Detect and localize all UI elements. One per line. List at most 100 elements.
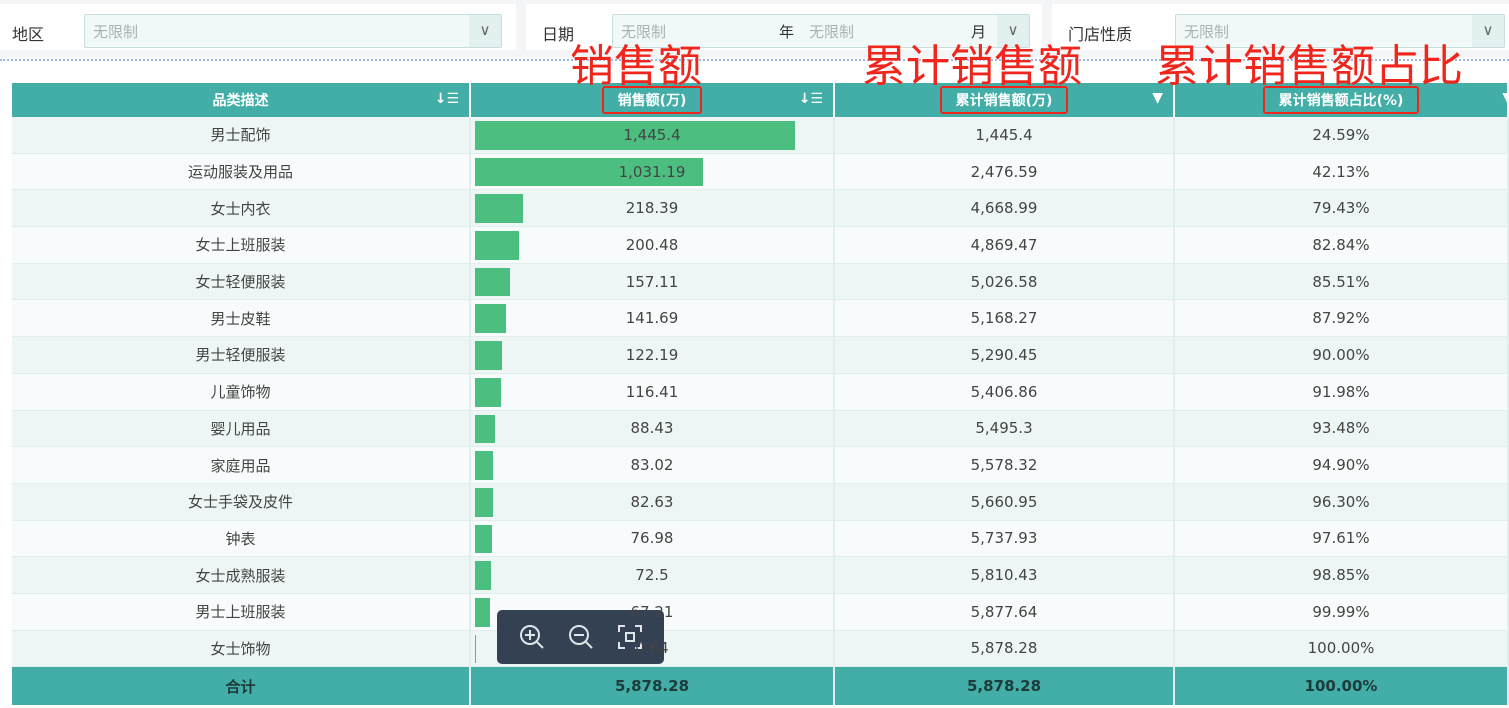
pct-cell: 93.48% [1175,410,1509,447]
table-row: 女士内衣 218.39 4,668.99 79.43% [12,190,1509,228]
cumulative-cell: 5,660.95 [835,483,1175,520]
table-row: 男士皮鞋 141.69 5,168.27 87.92% [12,300,1509,338]
pct-cell: 98.85% [1175,557,1509,593]
region-select[interactable]: 无限制 ∨ [84,14,502,48]
sales-cell: 116.41 [471,373,835,410]
cumulative-cell: 5,578.32 [835,447,1175,483]
cumulative-cell: 5,737.93 [835,520,1175,557]
sales-cell: 200.48 [471,227,835,263]
pct-cell: 79.43% [1175,190,1509,227]
sales-value: 1,445.4 [623,125,681,144]
cumulative-cell: 5,406.86 [835,373,1175,410]
sales-bar [475,194,524,224]
dropdown-triangle-icon[interactable]: ▼ [1502,90,1509,106]
chevron-down-icon[interactable]: ∨ [469,15,501,47]
category-cell: 儿童饰物 [12,373,471,410]
table-row: 男士上班服装 67.21 5,877.64 99.99% [12,593,1509,631]
sales-value: 67.21 [630,602,674,621]
category-cell: 男士上班服装 [12,593,471,630]
sales-value: 1,031.19 [618,162,686,181]
category-cell: 女士上班服装 [12,227,471,263]
category-cell: 女士饰物 [12,630,471,667]
pct-cell: 99.99% [1175,593,1509,630]
header-category[interactable]: 品类描述 ↓☰ [12,83,471,117]
chevron-down-icon[interactable]: ∨ [1472,15,1504,47]
annotation-sales: 销售额 [570,41,702,92]
sales-bar [475,377,501,407]
category-cell: 女士成熟服装 [12,557,471,593]
pct-cell: 100.00% [1175,630,1509,667]
sales-value: 0.64 [635,639,669,658]
cumulative-cell: 1,445.4 [835,117,1175,153]
table-row: 女士饰物 0.64 5,878.28 100.00% [12,630,1509,668]
sales-cell: 72.5 [471,557,835,593]
pct-cell: 87.92% [1175,300,1509,337]
sales-bar [475,487,494,517]
sales-bar [475,451,494,480]
sales-value: 157.11 [625,272,679,291]
total-pct: 100.00% [1175,667,1509,706]
pct-cell: 91.98% [1175,373,1509,410]
sales-cell: 82.63 [471,483,835,520]
table-row: 运动服装及用品 1,031.19 2,476.59 42.13% [12,153,1509,191]
pct-cell: 82.84% [1175,227,1509,263]
pct-cell: 24.59% [1175,117,1509,153]
sales-cell: 1,031.19 [471,153,835,190]
table-row: 女士手袋及皮件 82.63 5,660.95 96.30% [12,483,1509,521]
cumulative-cell: 5,026.58 [835,263,1175,300]
zoom-out-icon[interactable] [566,622,596,652]
table-row: 女士轻便服装 157.11 5,026.58 85.51% [12,263,1509,301]
category-cell: 运动服装及用品 [12,153,471,190]
pct-cell: 90.00% [1175,337,1509,373]
sales-value: 122.19 [625,345,679,364]
sales-bar [475,414,495,444]
month-placeholder: 无限制 [809,23,855,41]
table-body: 男士配饰 1,445.4 1,445.4 24.59% 运动服装及用品 1,031… [12,117,1509,668]
sales-bar [475,341,503,370]
category-cell: 女士内衣 [12,190,471,227]
sales-bar [475,304,507,334]
category-cell: 婴儿用品 [12,410,471,447]
cumulative-cell: 4,869.47 [835,227,1175,263]
table-row: 男士配饰 1,445.4 1,445.4 24.59% [12,117,1509,154]
sales-value: 76.98 [630,529,674,548]
sales-bar [475,561,492,590]
table-row: 男士轻便服装 122.19 5,290.45 90.00% [12,337,1509,374]
sales-bar [475,231,520,260]
sales-value: 83.02 [630,456,674,475]
sales-cell: 1,445.4 [471,117,835,153]
sales-cell: 88.43 [471,410,835,447]
category-cell: 女士轻便服装 [12,263,471,300]
total-label: 合计 [12,667,471,706]
sales-value: 116.41 [625,382,679,401]
total-sales: 5,878.28 [471,667,835,706]
pct-cell: 94.90% [1175,447,1509,483]
table-row: 家庭用品 83.02 5,578.32 94.90% [12,447,1509,484]
sales-cell: 141.69 [471,300,835,337]
sales-bar [475,597,490,627]
category-cell: 男士轻便服装 [12,337,471,373]
region-label: 地区 [12,25,45,44]
cumulative-cell: 5,878.28 [835,630,1175,667]
cumulative-cell: 4,668.99 [835,190,1175,227]
sales-bar [475,267,510,297]
sales-value: 88.43 [630,419,674,438]
table-row: 钟表 76.98 5,737.93 97.61% [12,520,1509,558]
category-cell: 男士配饰 [12,117,471,153]
sales-bar [475,524,493,554]
category-cell: 女士手袋及皮件 [12,483,471,520]
sort-icon[interactable]: ↓☰ [799,91,823,107]
zoom-in-icon[interactable] [517,622,547,652]
cumulative-cell: 5,290.45 [835,337,1175,373]
sales-value: 200.48 [625,235,679,254]
sort-icon[interactable]: ↓☰ [435,91,459,107]
sales-bar [475,634,476,664]
sales-table: 品类描述 ↓☰ 销售额(万) ↓☰ 累计销售额(万) ▼ 累计销售额占比(%) ▼ 男士… [12,83,1509,706]
table-row: 女士上班服装 200.48 4,869.47 82.84% [12,227,1509,264]
sales-cell: 83.02 [471,447,835,483]
pct-cell: 97.61% [1175,520,1509,557]
header-label: 品类描述 [212,93,269,109]
cumulative-cell: 2,476.59 [835,153,1175,190]
pct-cell: 96.30% [1175,483,1509,520]
cumulative-cell: 5,810.43 [835,557,1175,593]
